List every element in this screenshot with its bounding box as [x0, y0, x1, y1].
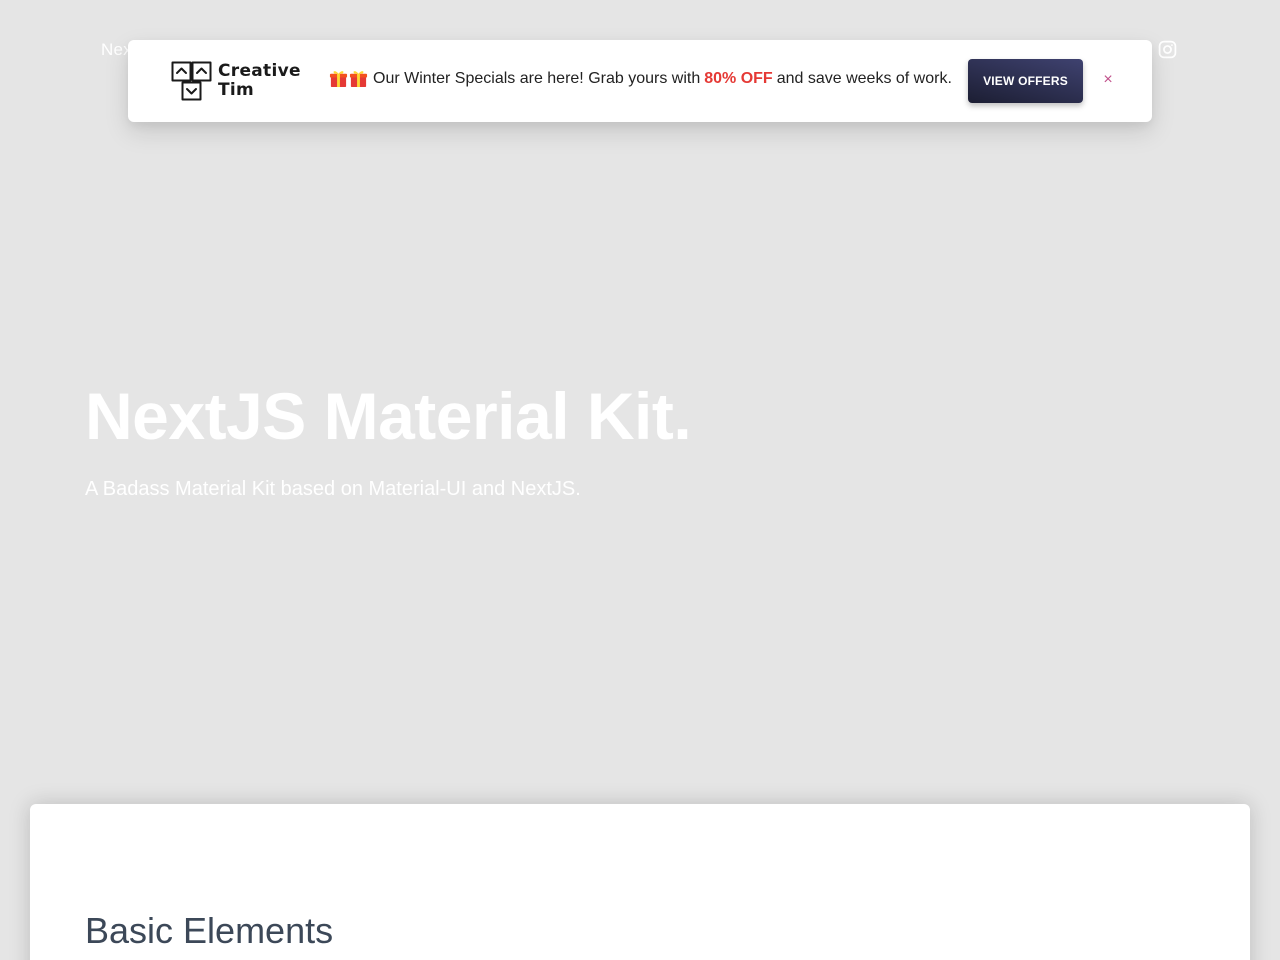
promo-banner: Creative Tim Our Winter Specials are her… — [128, 40, 1152, 122]
logo-line-1: Creative — [218, 61, 301, 81]
promo-message-after: and save weeks of work. — [776, 69, 952, 87]
page: NextJS Material Kit Creative Tim — [0, 0, 1280, 960]
instagram-icon[interactable] — [1158, 40, 1177, 59]
promo-message: Our Winter Specials are here! Grab yours… — [329, 69, 952, 88]
view-offers-button[interactable]: VIEW OFFERS — [968, 59, 1083, 103]
main-content-card: Basic Elements — [30, 804, 1250, 960]
section-title: Basic Elements — [85, 910, 334, 951]
logo-line-2: Tim — [218, 80, 255, 100]
close-icon[interactable]: × — [1097, 69, 1119, 91]
hero-title: NextJS Material Kit. — [85, 379, 692, 453]
gift-icon — [329, 71, 348, 88]
hero-subtitle: A Badass Material Kit based on Material-… — [85, 478, 581, 500]
promo-message-before: Our Winter Specials are here! Grab yours… — [373, 69, 701, 87]
creative-tim-logo-icon — [171, 61, 212, 101]
creative-tim-logo[interactable]: Creative Tim — [171, 61, 301, 101]
promo-discount: 80% OFF — [704, 69, 773, 87]
creative-tim-wordmark: Creative Tim — [218, 62, 301, 100]
gift-icon — [349, 71, 368, 88]
gift-icons — [329, 69, 369, 88]
